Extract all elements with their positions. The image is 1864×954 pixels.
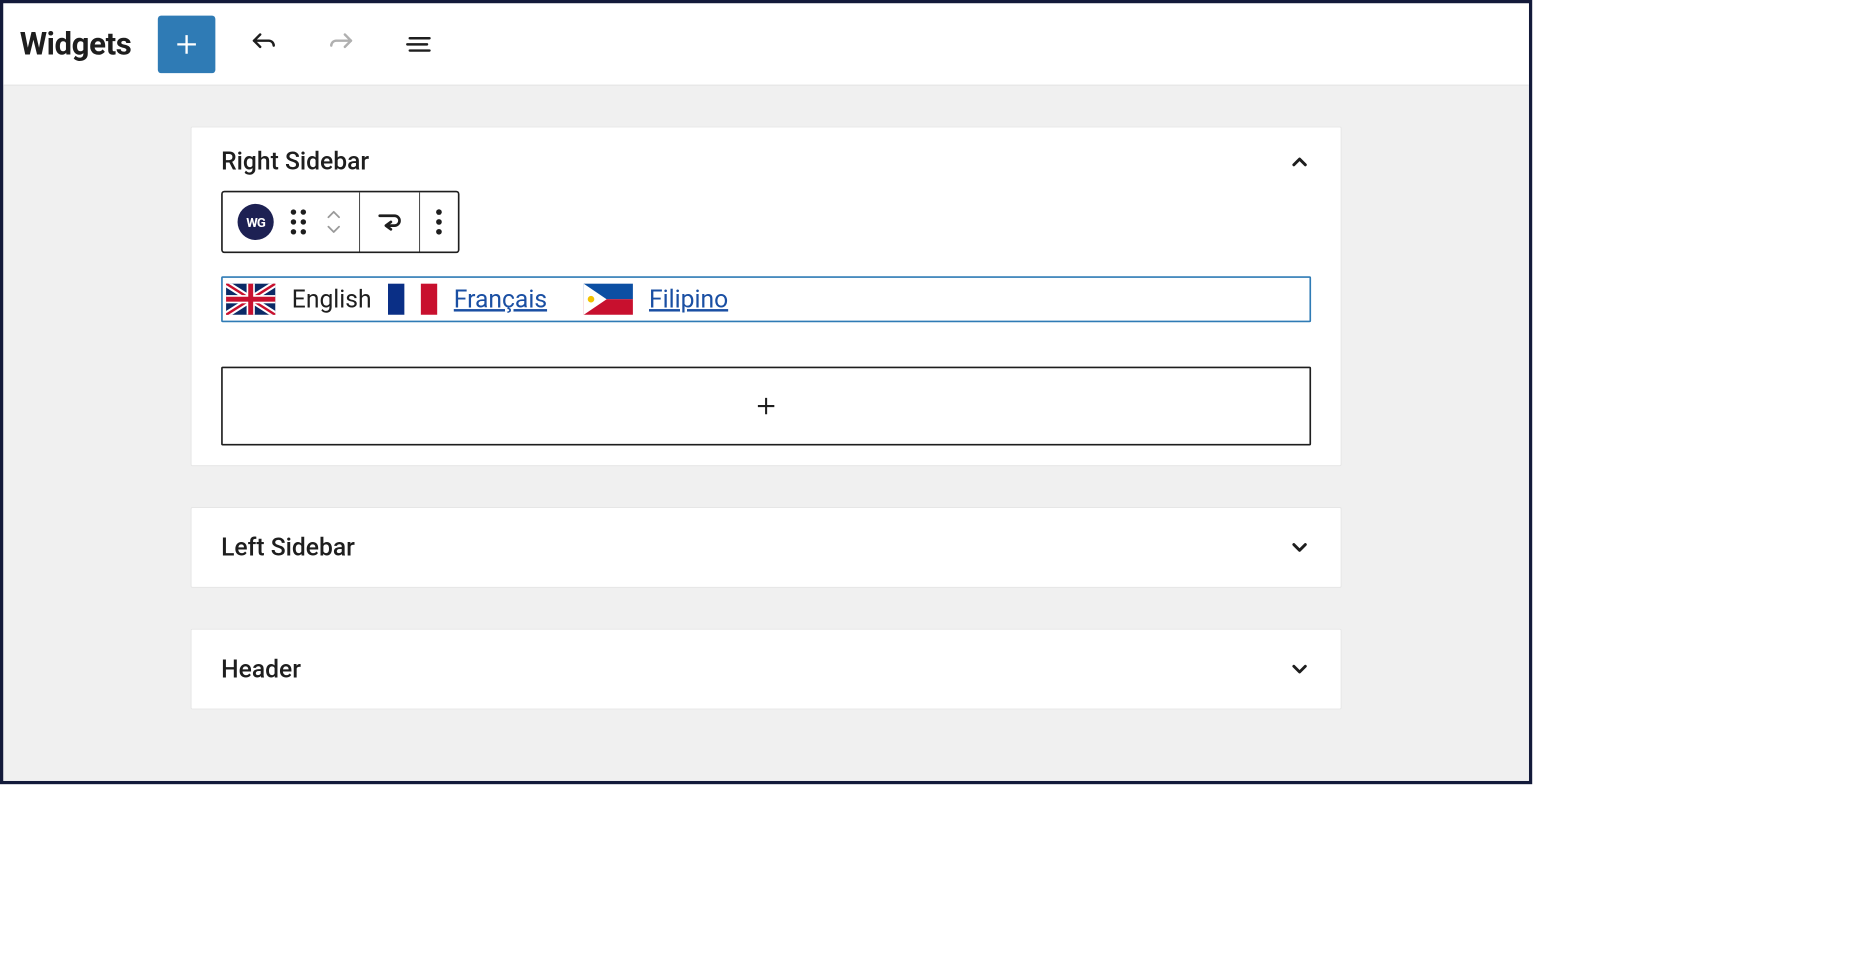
top-toolbar: Widgets [3, 3, 1529, 85]
lang-link-fr[interactable]: Français [454, 285, 547, 314]
block-toolbar: WG [221, 191, 459, 253]
move-to-icon [375, 207, 405, 237]
list-view-button[interactable] [389, 15, 447, 73]
add-block-appender[interactable] [221, 367, 1311, 446]
plus-icon [172, 30, 200, 58]
chevron-down-icon [1288, 658, 1311, 681]
plus-icon [754, 394, 779, 419]
move-up-icon[interactable] [323, 209, 344, 221]
undo-icon [249, 29, 279, 59]
block-toolbar-group-main: WG [223, 192, 360, 251]
page-title: Widgets [20, 26, 132, 62]
panel-header-area: Header [191, 629, 1342, 710]
move-to-widget-area-button[interactable] [360, 192, 420, 251]
flag-uk-icon [226, 284, 275, 315]
list-view-icon [403, 29, 433, 59]
panel-header-header-area[interactable]: Header [221, 649, 1311, 688]
panel-header-left-sidebar[interactable]: Left Sidebar [221, 528, 1311, 567]
panel-left-sidebar: Left Sidebar [191, 507, 1342, 588]
move-down-icon[interactable] [323, 224, 344, 236]
panel-title: Header [221, 655, 301, 684]
flag-ph-icon [583, 284, 632, 315]
panel-title: Right Sidebar [221, 147, 369, 176]
panel-title: Left Sidebar [221, 533, 355, 562]
lang-label-current: English [292, 285, 372, 314]
flag-fr-icon [388, 284, 437, 315]
redo-button[interactable] [312, 15, 370, 73]
chevron-down-icon [1288, 536, 1311, 559]
editor-canvas: Right Sidebar WG [3, 85, 1529, 780]
kebab-icon [435, 207, 443, 237]
add-block-inserter-button[interactable] [158, 15, 216, 73]
redo-icon [326, 29, 356, 59]
drag-icon[interactable] [289, 207, 309, 237]
block-mover [323, 209, 344, 235]
block-options-button[interactable] [420, 192, 458, 251]
block-type-badge[interactable]: WG [238, 204, 274, 240]
panel-header-right-sidebar[interactable]: Right Sidebar [221, 147, 1311, 176]
lang-link-ph[interactable]: Filipino [649, 285, 728, 314]
panel-right-sidebar: Right Sidebar WG [191, 127, 1342, 466]
widget-areas-column: Right Sidebar WG [191, 127, 1342, 710]
chevron-up-icon [1288, 150, 1311, 173]
language-switcher-block[interactable]: English Français [221, 276, 1311, 322]
undo-button[interactable] [235, 15, 293, 73]
app-frame: Widgets [0, 0, 1532, 784]
